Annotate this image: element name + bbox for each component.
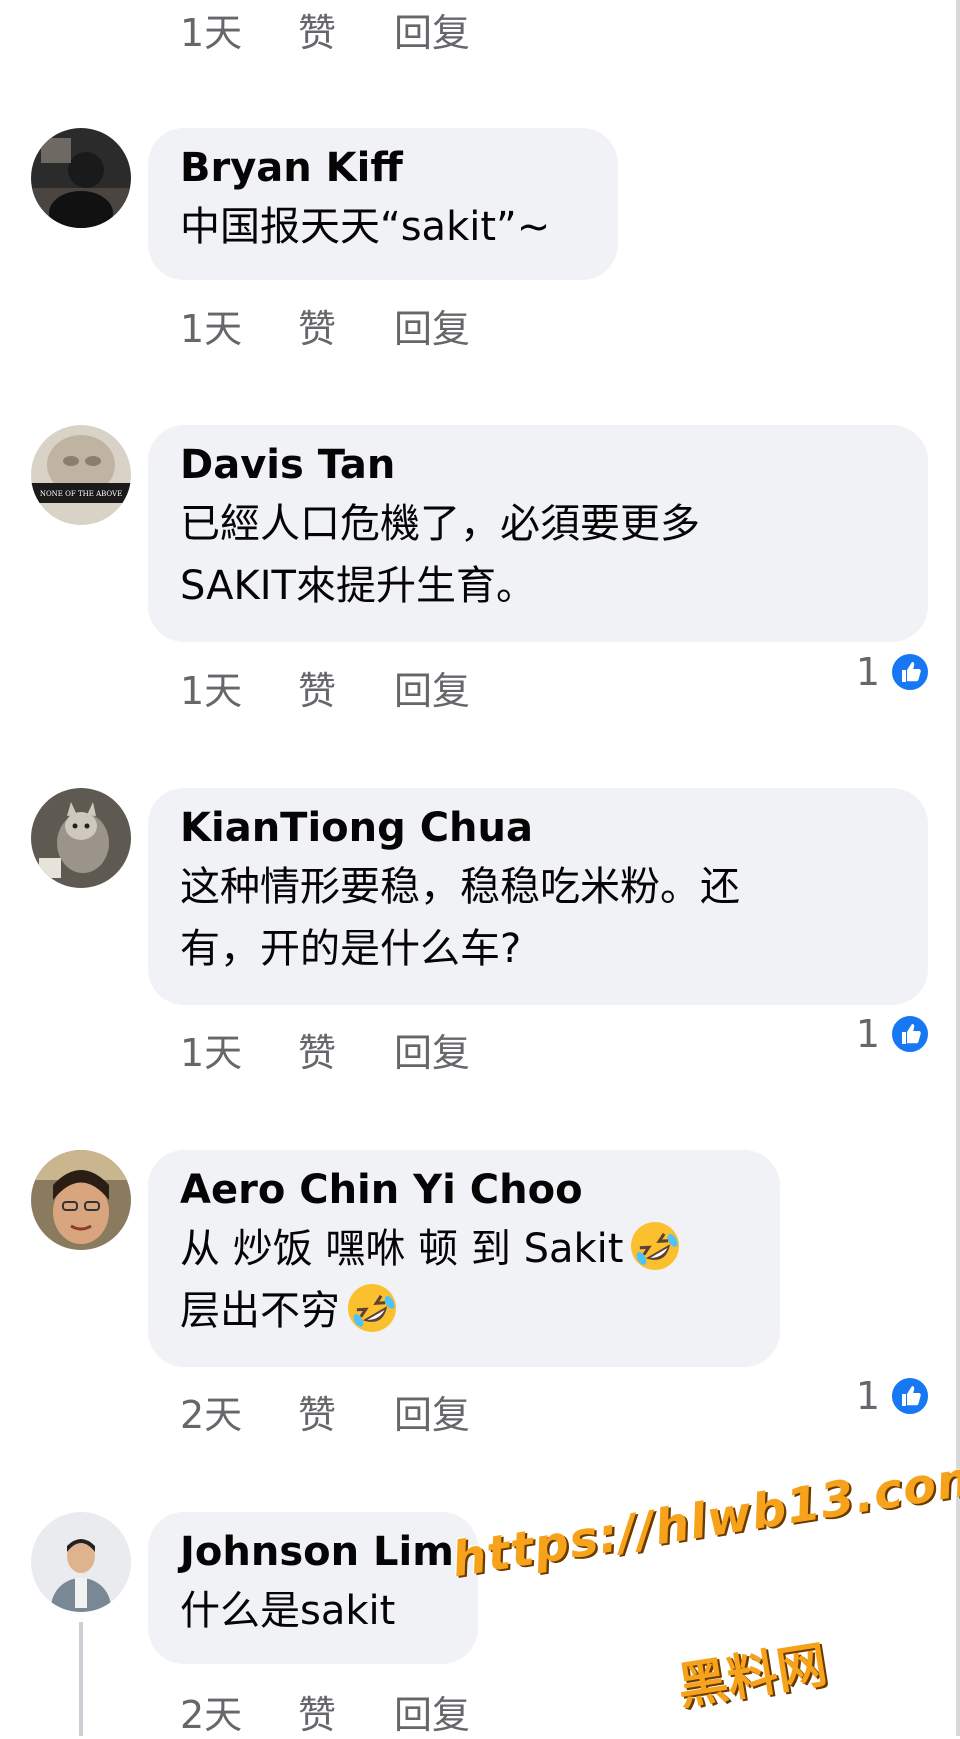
reaction-summary[interactable]: 1: [856, 1012, 930, 1056]
reply-button[interactable]: 回复: [394, 1384, 470, 1439]
comment-text-row: 从 炒饭 嘿咻 顿 到 Sakit: [180, 1216, 748, 1282]
avatar[interactable]: NONE OF THE ABOVE: [31, 425, 131, 525]
avatar[interactable]: [31, 1150, 131, 1250]
reply-thread-line: [79, 1622, 83, 1736]
comment-time: 1天: [180, 669, 243, 713]
comment-actions: 2天 赞回复: [180, 1384, 470, 1439]
comment-text: 中国报天天“sakit”~: [180, 204, 551, 250]
reply-button[interactable]: 回复: [394, 298, 470, 353]
comment-author[interactable]: Bryan Kiff: [180, 142, 586, 194]
thumbs-up-icon: [890, 1014, 930, 1054]
comment-author[interactable]: KianTiong Chua: [180, 802, 896, 854]
reaction-summary[interactable]: 1: [856, 1374, 930, 1418]
comment-text-line: SAKIT來提升生育。: [180, 563, 536, 609]
comment-text-row: 层出不穷: [180, 1278, 748, 1344]
avatar[interactable]: [31, 128, 131, 228]
avatar[interactable]: [31, 1512, 131, 1612]
comment-author[interactable]: Davis Tan: [180, 439, 896, 491]
avatar[interactable]: [31, 788, 131, 888]
comment-time: 2天: [180, 1693, 243, 1737]
comment-text: 什么是sakit: [180, 1588, 396, 1634]
rolling-on-floor-laughing-emoji-icon: [346, 1282, 398, 1334]
thumbs-up-icon: [890, 652, 930, 692]
reply-button[interactable]: 回复: [394, 2, 470, 57]
comment-text-line: 从 炒饭 嘿咻 顿 到 Sakit: [180, 1226, 624, 1272]
comment-text-line: 层出不穷: [180, 1288, 340, 1334]
comment-actions-previous: 1天 赞回复: [180, 2, 470, 57]
like-button[interactable]: 赞: [298, 1684, 394, 1739]
reply-button[interactable]: 回复: [394, 660, 470, 715]
rolling-on-floor-laughing-emoji-icon: [629, 1220, 681, 1272]
like-button[interactable]: 赞: [298, 1022, 394, 1077]
reaction-summary[interactable]: 1: [856, 650, 930, 694]
like-button[interactable]: 赞: [298, 660, 394, 715]
comment-actions: 1天 赞回复: [180, 660, 470, 715]
reaction-count: 1: [855, 650, 880, 694]
comment-time: 1天: [180, 1031, 243, 1075]
comment-bubble: KianTiong Chua 这种情形要稳，稳稳吃米粉。还 有，开的是什么车?: [148, 788, 928, 1005]
comment-actions: 1天 赞回复: [180, 298, 470, 353]
comment-bubble: Johnson Lim 什么是sakit: [148, 1512, 478, 1664]
comment-bubble: Davis Tan 已經人口危機了，必須要更多 SAKIT來提升生育。: [148, 425, 928, 642]
like-button[interactable]: 赞: [298, 1384, 394, 1439]
reaction-count: 1: [855, 1012, 880, 1056]
comment-text-line: 这种情形要稳，稳稳吃米粉。还: [180, 864, 740, 910]
like-button[interactable]: 赞: [298, 2, 394, 57]
comment-author[interactable]: Johnson Lim: [180, 1526, 454, 1578]
watermark-label: 黑料网: [673, 1635, 831, 1717]
comment-time: 1天: [180, 307, 243, 351]
comment-bubble: Bryan Kiff 中国报天天“sakit”~: [148, 128, 618, 280]
avatar-caption: NONE OF THE ABOVE: [40, 490, 122, 498]
comment-time: 2天: [180, 1393, 243, 1437]
watermark-url: https://hlwb13.com: [448, 1448, 960, 1589]
comment-author[interactable]: Aero Chin Yi Choo: [180, 1164, 748, 1216]
reply-button[interactable]: 回复: [394, 1684, 470, 1739]
comment-actions: 2天 赞回复: [180, 1684, 470, 1739]
comment-actions: 1天 赞回复: [180, 1022, 470, 1077]
comment-text-line: 已經人口危機了，必須要更多: [180, 501, 700, 547]
reaction-count: 1: [855, 1374, 880, 1418]
reply-button[interactable]: 回复: [394, 1022, 470, 1077]
comment-text-line: 有，开的是什么车?: [180, 926, 522, 972]
comment-bubble: Aero Chin Yi Choo 从 炒饭 嘿咻 顿 到 Sakit 层出不穷: [148, 1150, 780, 1367]
comment-time: 1天: [180, 11, 243, 55]
like-button[interactable]: 赞: [298, 298, 394, 353]
thumbs-up-icon: [890, 1376, 930, 1416]
